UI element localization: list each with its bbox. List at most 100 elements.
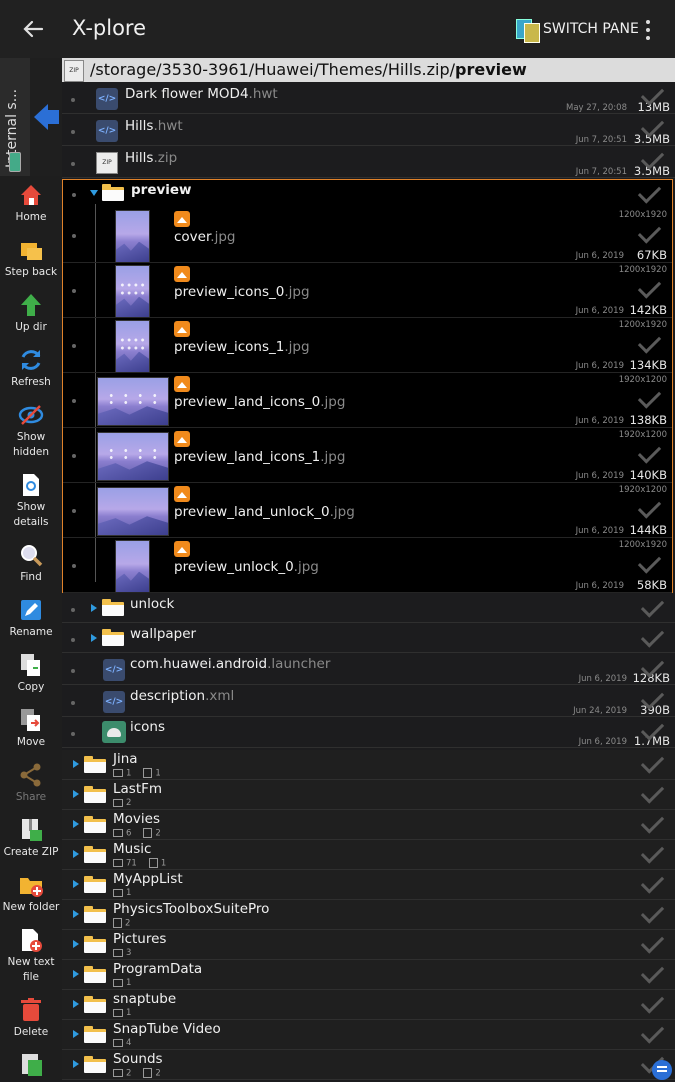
select-checkmark-icon[interactable] bbox=[640, 960, 665, 984]
folder-row[interactable]: MyAppList 1 bbox=[62, 870, 675, 900]
collapse-arrow-icon[interactable] bbox=[90, 190, 98, 196]
subfolder-count: 3 bbox=[126, 948, 132, 958]
image-file-row[interactable]: cover.jpg 1200x1920 Jun 6, 2019 67KB bbox=[63, 208, 672, 263]
back-arrow-icon[interactable] bbox=[18, 14, 48, 44]
switch-pane-button[interactable]: SWITCH PANE bbox=[516, 16, 639, 43]
toolbar-new-folder-button[interactable]: New folder bbox=[0, 872, 62, 915]
expand-arrow-icon[interactable] bbox=[91, 634, 97, 642]
zip-entry-row[interactable]: unlock bbox=[62, 593, 675, 623]
folder-name-text: snaptube bbox=[113, 991, 177, 1007]
zip-entry-row[interactable]: </> description.xml Jun 24, 2019 390B bbox=[62, 685, 675, 717]
file-size: 13MB bbox=[637, 100, 670, 114]
folder-name-text: MyAppList bbox=[113, 871, 183, 887]
image-file-row[interactable]: preview_icons_0.jpg 1200x1920 Jun 6, 2019 1… bbox=[63, 263, 672, 318]
expand-arrow-icon[interactable] bbox=[73, 790, 79, 798]
select-checkmark-icon[interactable] bbox=[637, 330, 662, 354]
select-checkmark-icon[interactable] bbox=[640, 1020, 665, 1044]
toolbar-find-button[interactable]: Find bbox=[0, 542, 62, 585]
folder-name: Pictures bbox=[113, 931, 166, 947]
image-file-row[interactable]: preview_land_icons_1.jpg 1920x1200 Jun 6, … bbox=[63, 428, 672, 483]
file-count-icon bbox=[113, 918, 122, 928]
select-checkmark-icon[interactable] bbox=[640, 750, 665, 774]
image-resolution: 1200x1920 bbox=[618, 210, 667, 220]
toolbar-new-text-file-button[interactable]: New text file bbox=[0, 927, 62, 985]
toolbar-rename-button[interactable]: Rename bbox=[0, 597, 62, 640]
image-file-row[interactable]: preview_land_unlock_0.jpg 1920x1200 Jun 6,… bbox=[63, 483, 672, 538]
expand-arrow-icon[interactable] bbox=[73, 1060, 79, 1068]
folder-row[interactable]: ProgramData 1 bbox=[62, 960, 675, 990]
overflow-menu-icon[interactable] bbox=[640, 18, 656, 42]
zip-entry-row[interactable]: wallpaper bbox=[62, 623, 675, 653]
mark-mode-icon[interactable] bbox=[652, 1060, 672, 1080]
image-file-row[interactable]: preview_unlock_0.jpg 1200x1920 Jun 6, 2019… bbox=[63, 538, 672, 593]
expand-arrow-icon[interactable] bbox=[73, 910, 79, 918]
select-checkmark-icon[interactable] bbox=[640, 990, 665, 1014]
folder-row[interactable]: snaptube 1 bbox=[62, 990, 675, 1020]
storage-tab[interactable]: Internal s... bbox=[0, 58, 30, 176]
path-header[interactable]: ZIP /storage/3530-3961/Huawei/Themes/Hil… bbox=[62, 58, 675, 82]
image-file-row[interactable]: preview_land_icons_0.jpg 1920x1200 Jun 6, … bbox=[63, 373, 672, 428]
folder-row[interactable]: Sounds 2 2 bbox=[62, 1050, 675, 1080]
file-count: 2 bbox=[125, 918, 131, 929]
select-checkmark-icon[interactable] bbox=[637, 275, 662, 299]
expand-arrow-icon[interactable] bbox=[73, 970, 79, 978]
toolbar-show-hidden-button[interactable]: Show hidden bbox=[0, 402, 62, 460]
folder-row[interactable]: Movies 6 2 bbox=[62, 810, 675, 840]
toolbar-show-details-button[interactable]: Show details bbox=[0, 472, 62, 530]
folder-row[interactable]: Pictures 3 bbox=[62, 930, 675, 960]
file-count-icon bbox=[148, 858, 158, 868]
select-checkmark-icon[interactable] bbox=[640, 930, 665, 954]
subfolder-count-icon bbox=[113, 1008, 123, 1017]
folder-contents-counts: 1 bbox=[113, 978, 131, 988]
select-checkmark-icon[interactable] bbox=[637, 220, 662, 244]
select-checkmark-icon[interactable] bbox=[637, 495, 662, 519]
select-checkmark-icon[interactable] bbox=[640, 870, 665, 894]
folder-row[interactable]: LastFm 2 bbox=[62, 780, 675, 810]
toolbar-up-dir-button[interactable]: Up dir bbox=[0, 292, 62, 335]
refresh-icon bbox=[18, 347, 44, 373]
toolbar-move-button[interactable]: Move bbox=[0, 707, 62, 750]
folder-name-text: SnapTube Video bbox=[113, 1021, 221, 1037]
image-file-row[interactable]: preview_icons_1.jpg 1200x1920 Jun 6, 2019 1… bbox=[63, 318, 672, 373]
expand-arrow-icon[interactable] bbox=[73, 760, 79, 768]
file-name: preview_land_unlock_0.jpg bbox=[174, 504, 355, 520]
select-checkmark-icon[interactable] bbox=[640, 780, 665, 804]
expand-arrow-icon[interactable] bbox=[73, 850, 79, 858]
file-row[interactable]: </> Dark flower MOD4.hwt May 27, 20:08 13MB bbox=[62, 82, 675, 114]
toolbar-copy-button[interactable]: Copy bbox=[0, 652, 62, 695]
expand-arrow-icon[interactable] bbox=[91, 604, 97, 612]
select-checkmark-icon[interactable] bbox=[637, 550, 662, 574]
file-row[interactable]: ZIP Hills.zip Jun 7, 20:51 3.5MB bbox=[62, 146, 675, 178]
operations-toolbar: Home Step back Up dir Refresh Show hidden Sho… bbox=[0, 176, 62, 1080]
select-checkmark-icon[interactable] bbox=[640, 594, 665, 618]
expand-arrow-icon[interactable] bbox=[73, 940, 79, 948]
subfolder-count-icon bbox=[113, 798, 123, 807]
folder-row[interactable]: SnapTube Video 4 bbox=[62, 1020, 675, 1050]
preview-folder-row[interactable]: preview bbox=[63, 180, 672, 208]
expand-arrow-icon[interactable] bbox=[73, 820, 79, 828]
toolbar-delete-button[interactable]: Delete bbox=[0, 997, 62, 1040]
expand-arrow-icon[interactable] bbox=[73, 1000, 79, 1008]
expand-arrow-icon[interactable] bbox=[73, 880, 79, 888]
select-checkmark-icon[interactable] bbox=[640, 840, 665, 864]
select-checkmark-icon[interactable] bbox=[640, 810, 665, 834]
toolbar-create-zip-button[interactable]: Create ZIP bbox=[0, 817, 62, 860]
select-checkmark-icon[interactable] bbox=[640, 900, 665, 924]
zip-entry-row[interactable]: icons Jun 6, 2019 1.7MB bbox=[62, 716, 675, 748]
toolbar-home-button[interactable]: Home bbox=[0, 182, 62, 225]
file-row[interactable]: </> Hills.hwt Jun 7, 20:51 3.5MB bbox=[62, 114, 675, 146]
folder-row[interactable]: PhysicsToolboxSuitePro 2 bbox=[62, 900, 675, 930]
select-checkmark-icon[interactable] bbox=[637, 385, 662, 409]
toolbar-more-button[interactable] bbox=[0, 1052, 62, 1078]
folder-row[interactable]: Music 71 1 bbox=[62, 840, 675, 870]
toolbar-refresh-button[interactable]: Refresh bbox=[0, 347, 62, 390]
expand-arrow-icon[interactable] bbox=[73, 1030, 79, 1038]
folder-name: snaptube bbox=[113, 991, 176, 1007]
folder-row[interactable]: Jina 1 1 bbox=[62, 750, 675, 780]
select-checkmark-icon[interactable] bbox=[637, 440, 662, 464]
select-checkmark-icon[interactable] bbox=[640, 624, 665, 648]
select-checkmark-icon[interactable] bbox=[637, 180, 662, 204]
folder-icon bbox=[84, 876, 106, 893]
toolbar-step-back-button[interactable]: Step back bbox=[0, 237, 62, 280]
zip-entry-row[interactable]: </> com.huawei.android.launcher Jun 6, 201… bbox=[62, 653, 675, 685]
